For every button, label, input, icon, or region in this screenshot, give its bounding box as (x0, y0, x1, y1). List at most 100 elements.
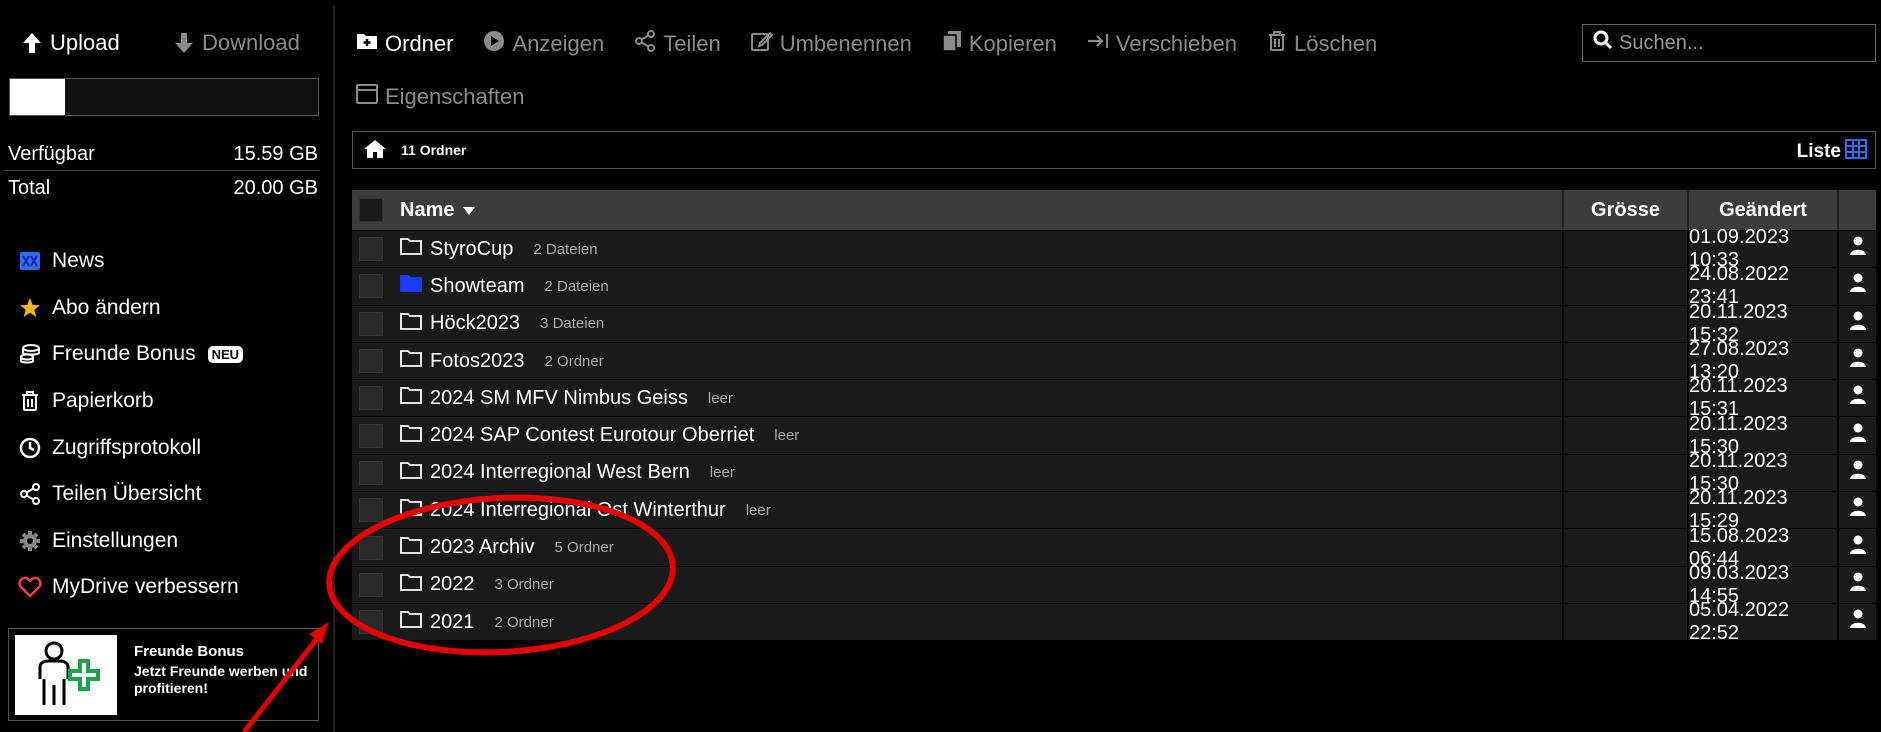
upload-button[interactable]: Upload (22, 30, 120, 56)
table-body: StyroCup 2 Dateien 01.09.2023 10:33 Showtea… (352, 226, 1876, 644)
select-all-checkbox[interactable] (359, 198, 383, 222)
view-label: Liste (1796, 141, 1841, 162)
copy-button[interactable]: Kopieren (942, 30, 1057, 58)
freunde-bonus-promo[interactable]: Freunde Bonus Jetzt Freunde werben und p… (8, 628, 319, 721)
date-column-header[interactable]: Geändert (1687, 190, 1837, 230)
owner-cell[interactable] (1837, 492, 1876, 529)
name-cell[interactable]: Showteam 2 Dateien (390, 268, 1562, 304)
owner-cell[interactable] (1837, 231, 1876, 268)
search-input[interactable]: Suchen... (1582, 24, 1876, 62)
name-cell[interactable]: Höck2023 3 Dateien (390, 306, 1562, 342)
row-checkbox[interactable] (359, 572, 383, 597)
owner-cell[interactable] (1837, 342, 1876, 380)
owner-cell[interactable] (1837, 603, 1876, 641)
table-row[interactable]: 2024 Interregional Ost Winterthur leer 20.… (352, 487, 1876, 532)
folder-icon (400, 424, 422, 448)
table-row[interactable]: Höck2023 3 Dateien 20.11.2023 15:32 (352, 301, 1876, 346)
new-folder-button[interactable]: Ordner (356, 30, 453, 58)
name-cell[interactable]: 2023 Archiv 5 Ordner (390, 529, 1562, 565)
row-checkbox[interactable] (359, 386, 383, 411)
sidebar-item-teilen-uebersicht[interactable]: Teilen Übersicht (18, 471, 243, 518)
name-column-header[interactable]: Name (390, 190, 1562, 230)
owner-cell[interactable] (1837, 417, 1876, 454)
size-cell (1562, 268, 1687, 305)
delete-button[interactable]: Löschen (1267, 30, 1377, 58)
row-checkbox[interactable] (359, 535, 383, 560)
row-check-cell (352, 380, 390, 416)
table-row[interactable]: Showteam 2 Dateien 24.08.2022 23:41 (352, 263, 1876, 308)
download-button[interactable]: Download (174, 30, 300, 56)
table-row[interactable]: StyroCup 2 Dateien 01.09.2023 10:33 (352, 226, 1876, 271)
name-cell[interactable]: StyroCup 2 Dateien (390, 231, 1562, 267)
trash-icon (18, 389, 42, 413)
sidebar-item-mydrive-verbessern[interactable]: MyDrive verbessern (18, 564, 243, 611)
sidebar-item-freunde-bonus[interactable]: Freunde Bonus NEU (18, 331, 244, 378)
owner-cell[interactable] (1837, 268, 1876, 305)
sidebar-item-abo[interactable]: Abo ändern (18, 285, 243, 332)
folder-icon (400, 573, 422, 597)
row-check-cell (352, 231, 390, 267)
name-cell[interactable]: 2024 SM MFV Nimbus Geiss leer (390, 380, 1562, 416)
share-button[interactable]: Teilen (634, 30, 721, 58)
sidebar-item-papierkorb[interactable]: Papierkorb (18, 378, 243, 425)
owner-cell[interactable] (1837, 305, 1876, 342)
toolbar-label: Umbenennen (779, 31, 912, 56)
owner-cell[interactable] (1837, 566, 1876, 603)
row-checkbox[interactable] (359, 349, 383, 374)
folder-name[interactable]: 2022 (430, 573, 475, 596)
row-checkbox[interactable] (359, 274, 383, 299)
name-cell[interactable]: 2022 3 Ordner (390, 567, 1562, 603)
size-cell (1562, 380, 1687, 417)
folder-name[interactable]: 2024 Interregional West Bern (430, 461, 690, 484)
table-row[interactable]: 2024 SM MFV Nimbus Geiss leer 20.11.2023 1… (352, 375, 1876, 420)
size-column-header[interactable]: Grösse (1562, 190, 1687, 230)
rename-button[interactable]: Umbenennen (750, 30, 912, 58)
move-button[interactable]: Verschieben (1087, 30, 1237, 58)
folder-name[interactable]: 2024 Interregional Ost Winterthur (430, 499, 726, 522)
folder-name[interactable]: Showteam (430, 275, 525, 298)
sidebar-item-news[interactable]: News (18, 238, 243, 285)
folder-name[interactable]: Fotos2023 (430, 350, 525, 373)
owner-cell[interactable] (1837, 380, 1876, 417)
table-row[interactable]: 2021 2 Ordner 05.04.2022 22:52 (352, 599, 1876, 644)
storage-total: Total 20.00 GB (8, 177, 318, 200)
row-checkbox[interactable] (359, 460, 383, 485)
sidebar-item-zugriffsprotokoll[interactable]: Zugriffsprotokoll (18, 424, 243, 471)
row-checkbox[interactable] (359, 498, 383, 523)
row-checkbox[interactable] (359, 423, 383, 448)
row-checkbox[interactable] (359, 237, 383, 262)
view-button[interactable]: Anzeigen (483, 30, 604, 58)
properties-button[interactable]: Eigenschaften (356, 84, 524, 110)
folder-name[interactable]: StyroCup (430, 238, 513, 261)
owner-cell[interactable] (1837, 454, 1876, 492)
row-checkbox[interactable] (359, 610, 383, 635)
folder-name[interactable]: 2021 (430, 611, 475, 634)
folder-icon (400, 536, 422, 560)
name-cell[interactable]: 2024 SAP Contest Eurotour Oberriet leer (390, 417, 1562, 453)
toolbar: Ordner Anzeigen Teilen Umbenennen Kopier… (356, 30, 1407, 58)
promo-text: Jetzt Freunde werben und profitieren! (134, 663, 308, 696)
folder-name[interactable]: 2024 SM MFV Nimbus Geiss (430, 387, 688, 410)
home-icon[interactable] (363, 139, 387, 162)
table-row[interactable]: 2023 Archiv 5 Ordner 15.08.2023 06:44 (352, 525, 1876, 570)
folder-name[interactable]: 2024 SAP Contest Eurotour Oberriet (430, 424, 754, 447)
name-cell[interactable]: 2024 Interregional West Bern leer (390, 455, 1562, 491)
row-checkbox[interactable] (359, 311, 383, 336)
folder-icon (400, 610, 422, 634)
folder-name[interactable]: Höck2023 (430, 312, 520, 335)
name-cell[interactable]: Fotos2023 2 Ordner (390, 343, 1562, 379)
table-row[interactable]: 2024 Interregional West Bern leer 20.11.20… (352, 450, 1876, 495)
name-cell[interactable]: 2024 Interregional Ost Winterthur leer (390, 492, 1562, 528)
folder-icon (400, 498, 422, 522)
view-toggle[interactable]: Liste (1797, 139, 1867, 165)
table-row[interactable]: 2024 SAP Contest Eurotour Oberriet leer 20… (352, 413, 1876, 458)
row-check-cell (352, 417, 390, 453)
sidebar-item-einstellungen[interactable]: Einstellungen (18, 518, 243, 565)
name-cell[interactable]: 2021 2 Ordner (390, 604, 1562, 640)
date-cell: 20.11.2023 15:30 (1687, 450, 1837, 495)
folder-meta: leer (709, 464, 735, 482)
table-row[interactable]: Fotos2023 2 Ordner 27.08.2023 13:20 (352, 338, 1876, 383)
table-row[interactable]: 2022 3 Ordner 09.03.2023 14:55 (352, 562, 1876, 607)
folder-name[interactable]: 2023 Archiv (430, 536, 535, 559)
owner-cell[interactable] (1837, 529, 1876, 566)
